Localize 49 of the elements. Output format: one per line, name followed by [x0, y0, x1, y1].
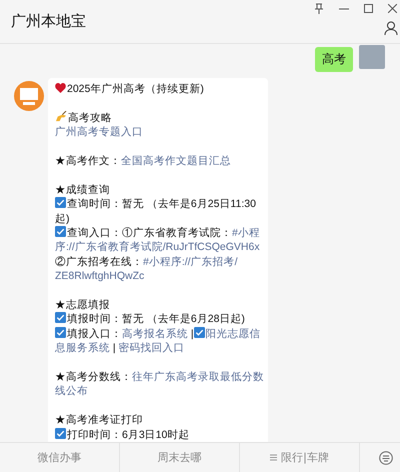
logo-icon: [14, 81, 44, 111]
list-icon: [270, 454, 278, 461]
message-link[interactable]: ZE8RlwftghHQwZc: [55, 270, 144, 282]
writing-hand-icon: [55, 110, 67, 122]
message-link[interactable]: 息服务系统: [55, 342, 110, 354]
message-link[interactable]: 全国高考作文题目汇总: [121, 155, 231, 167]
message-text: 2025年广州高考（持续更新): [67, 83, 204, 95]
checkbox-icon: [55, 197, 66, 208]
maximize-icon[interactable]: [364, 4, 373, 13]
checkbox-icon: [55, 312, 66, 324]
window-title: 广州本地宝: [11, 12, 86, 31]
message-text: |: [112, 342, 117, 354]
heart-icon: [55, 83, 66, 93]
message-text: 填报入口：: [67, 328, 122, 340]
message-text: 起): [55, 212, 70, 225]
user-message: 高考: [315, 47, 353, 72]
message-text: 查询时间：暂无 （去年是6月25日11:30: [67, 198, 256, 210]
message-link[interactable]: 阳光志愿信: [206, 328, 261, 340]
message-link[interactable]: 广州高考专题入口: [55, 126, 143, 138]
message-link[interactable]: 高考报名系统: [122, 328, 188, 340]
message-link[interactable]: 序://广东省教育考试院/RuJrTfCSQeGVH6x: [55, 241, 260, 254]
message-text: 填报时间：暂无 （去年是6月28日起): [67, 313, 245, 326]
message-text: |: [190, 328, 194, 340]
message-link[interactable]: 密码找回入口: [118, 342, 185, 354]
checkbox-icon: [55, 226, 66, 238]
menu-tab[interactable]: 周末去哪: [120, 443, 240, 472]
minimize-icon[interactable]: [339, 8, 349, 10]
message-link[interactable]: #小程序://广东招考/: [143, 256, 238, 268]
message-link[interactable]: 往年广东高考录取最低分数: [132, 371, 264, 384]
message-link[interactable]: #小程: [232, 227, 260, 240]
person-icon[interactable]: [384, 21, 398, 35]
checkbox-icon: [55, 326, 66, 338]
message-text: ★高考准考证打印: [55, 414, 143, 426]
close-icon[interactable]: [388, 4, 397, 13]
message-text: ★成绩查询: [55, 184, 110, 196]
message-link[interactable]: 线公布: [55, 385, 88, 398]
message-text: ★志愿填报: [55, 299, 110, 312]
avatar-placeholder: [359, 45, 385, 69]
message-text: 打印时间：6月3日10时起: [67, 428, 190, 441]
message-text: 查询入口：①广东省教育考试院：: [67, 227, 232, 240]
message-text: ★高考作文：: [55, 155, 121, 167]
message-text: 高考攻略: [68, 112, 112, 124]
message-text: ★高考分数线：: [55, 371, 132, 384]
checkbox-icon: [194, 326, 205, 338]
pin-icon[interactable]: [314, 3, 324, 14]
menu-tab[interactable]: 限行|车牌: [240, 443, 360, 472]
message-text: ②广东招考在线：: [55, 256, 143, 268]
menu-tab[interactable]: 微信办事: [0, 443, 120, 472]
checkbox-icon: [55, 428, 66, 439]
